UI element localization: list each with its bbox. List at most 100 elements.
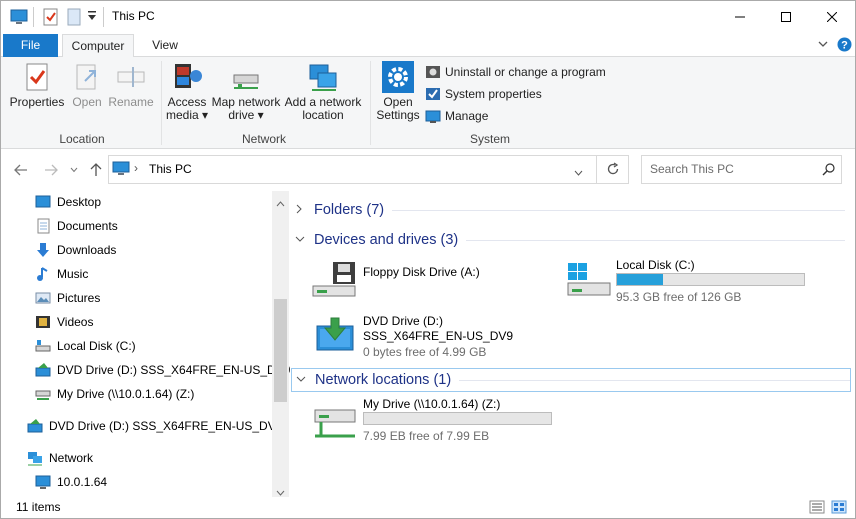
toolbar-divider: [33, 7, 34, 27]
group-separator: [370, 61, 371, 145]
up-arrow-icon: [90, 163, 102, 176]
nav-pane-scrollbar[interactable]: [272, 191, 289, 497]
group-header-folders[interactable]: Folders (7): [295, 199, 845, 221]
title-bar: This PC: [1, 1, 855, 33]
nav-item-downloads[interactable]: Downloads: [35, 239, 116, 261]
back-arrow-icon: [14, 164, 27, 176]
svg-text:?: ?: [841, 40, 848, 52]
address-divider: [596, 156, 597, 183]
drive-dvd-d[interactable]: DVD Drive (D:) SSS_X64FRE_EN-US_DV9 0 by…: [311, 312, 571, 362]
expand-ribbon-icon[interactable]: [816, 37, 830, 54]
group-divider: [466, 239, 845, 241]
properties-icon: [21, 61, 53, 93]
chevron-down-icon: [296, 374, 310, 386]
nav-item-network[interactable]: Network: [27, 447, 93, 469]
access-media-button[interactable]: Access media ▾: [164, 61, 210, 122]
manage-button[interactable]: Manage: [425, 106, 488, 126]
uninstall-program-button[interactable]: Uninstall or change a program: [425, 62, 606, 82]
floppy-drive-icon: [311, 260, 359, 308]
properties-button[interactable]: Properties: [9, 61, 65, 109]
add-network-location-button[interactable]: Add a network location: [283, 61, 363, 122]
large-icons-view-icon[interactable]: [831, 500, 847, 517]
dvd-drive-icon: [35, 362, 51, 378]
toolbar-divider: [103, 7, 104, 27]
window-title: This PC: [112, 9, 155, 23]
close-icon: [827, 12, 837, 22]
drive-local-disk-c[interactable]: Local Disk (C:) 95.3 GB free of 126 GB: [564, 257, 834, 305]
properties-quick-icon[interactable]: [43, 8, 59, 26]
nav-item-network-host[interactable]: 10.0.1.64: [35, 471, 107, 493]
nav-item-dvd-drive-root[interactable]: DVD Drive (D:) SSS_X64FRE_EN-US_DV9: [27, 415, 282, 437]
maximize-button[interactable]: [763, 1, 809, 33]
nav-item-pictures[interactable]: Pictures: [35, 287, 100, 309]
item-count: 11 items: [16, 500, 61, 514]
open-button[interactable]: Open: [67, 61, 107, 109]
navigation-pane: Desktop Documents Downloads Music Pictur…: [1, 191, 290, 497]
network-drive-icon: [311, 396, 359, 444]
open-settings-button[interactable]: Open Settings: [375, 61, 421, 122]
forward-button[interactable]: [41, 160, 61, 180]
documents-icon: [35, 218, 51, 234]
network-drive-icon: [35, 386, 51, 402]
nav-item-local-disk[interactable]: Local Disk (C:): [35, 335, 136, 357]
search-input[interactable]: Search This PC: [650, 162, 734, 176]
explorer-window: This PC File Computer View ? Properties: [0, 0, 856, 519]
address-dropdown-icon[interactable]: [574, 165, 583, 179]
close-button[interactable]: [809, 1, 855, 33]
system-group-label: System: [469, 132, 510, 146]
help-icon[interactable]: ?: [837, 37, 852, 55]
group-divider: [459, 379, 850, 381]
dvd-drive-icon: [27, 418, 43, 434]
nav-item-videos[interactable]: Videos: [35, 311, 93, 333]
nav-item-dvd-drive[interactable]: DVD Drive (D:) SSS_X64FRE_EN-US_DV9: [35, 359, 290, 381]
tab-computer[interactable]: Computer: [62, 34, 134, 58]
chevron-down-icon: [70, 167, 78, 173]
customize-toolbar-icon[interactable]: [87, 10, 97, 28]
system-properties-icon: [425, 86, 441, 102]
nav-item-my-drive[interactable]: My Drive (\\10.0.1.64) (Z:): [35, 383, 194, 405]
search-icon: [822, 163, 835, 179]
media-icon: [171, 61, 203, 93]
forward-arrow-icon: [45, 164, 58, 176]
rename-button[interactable]: Rename: [107, 61, 155, 109]
nav-item-music[interactable]: Music: [35, 263, 88, 285]
content-pane: Folders (7) Devices and drives (3) Flopp…: [289, 191, 855, 497]
details-view-icon[interactable]: [809, 500, 825, 517]
system-properties-button[interactable]: System properties: [425, 84, 542, 104]
scroll-up-icon[interactable]: [276, 196, 285, 210]
group-header-network-locations[interactable]: Network locations (1): [291, 368, 851, 392]
music-icon: [35, 266, 51, 282]
drive-floppy[interactable]: Floppy Disk Drive (A:): [311, 260, 551, 304]
group-header-devices[interactable]: Devices and drives (3): [295, 229, 845, 251]
disk-usage-bar: [363, 412, 552, 425]
network-drive-icon: [230, 61, 262, 93]
chevron-down-icon: [295, 234, 309, 246]
network-icon: [27, 450, 43, 466]
breadcrumb-this-pc[interactable]: This PC: [149, 162, 192, 176]
computer-icon: [35, 474, 51, 490]
nav-item-documents[interactable]: Documents: [35, 215, 118, 237]
minimize-button[interactable]: [717, 1, 763, 33]
breadcrumb-separator: ›: [134, 161, 138, 175]
tab-view[interactable]: View: [141, 34, 189, 57]
tab-file[interactable]: File: [3, 34, 58, 57]
back-button[interactable]: [11, 160, 31, 180]
pictures-icon: [35, 290, 51, 306]
new-folder-quick-icon[interactable]: [67, 8, 81, 26]
search-box[interactable]: Search This PC: [641, 155, 842, 184]
this-pc-icon[interactable]: [10, 8, 28, 26]
status-bar: 11 items: [1, 497, 855, 518]
hard-drive-icon: [35, 338, 51, 354]
address-bar[interactable]: › This PC: [108, 155, 629, 184]
scroll-thumb[interactable]: [274, 299, 287, 402]
open-icon: [71, 61, 103, 93]
rename-icon: [115, 61, 147, 93]
videos-icon: [35, 314, 51, 330]
refresh-icon[interactable]: [606, 162, 620, 179]
disk-usage-fill: [617, 274, 663, 285]
up-button[interactable]: [86, 160, 106, 180]
nav-item-desktop[interactable]: Desktop: [35, 191, 101, 213]
drive-my-drive-z[interactable]: My Drive (\\10.0.1.64) (Z:) 7.99 EB free…: [311, 396, 581, 446]
recent-locations-button[interactable]: [64, 160, 84, 180]
map-network-drive-button[interactable]: Map network drive ▾: [209, 61, 283, 122]
